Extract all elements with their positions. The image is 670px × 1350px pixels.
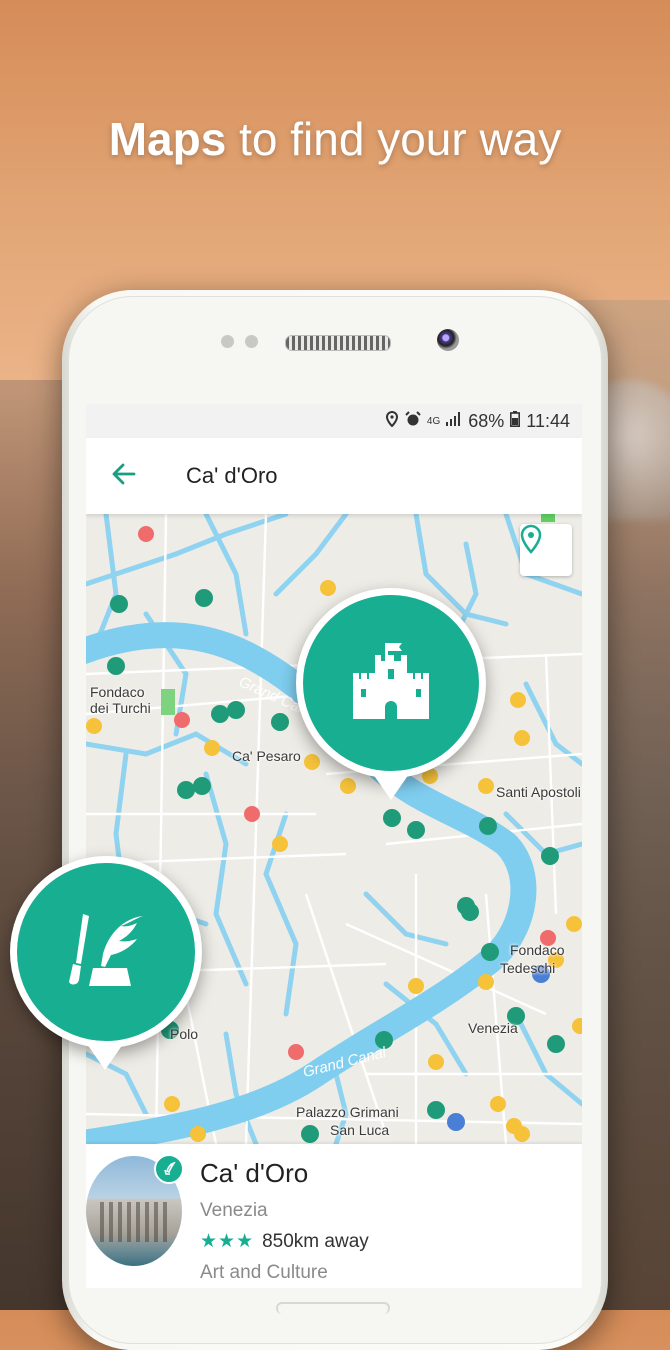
art-pin-circle xyxy=(10,856,202,1048)
place-city: Venezia xyxy=(200,1200,268,1221)
art-culture-badge-icon xyxy=(154,1154,184,1184)
signal-icon xyxy=(446,412,462,430)
map-label: San Luca xyxy=(330,1122,390,1138)
quill-brush-icon xyxy=(63,910,149,995)
map-label: Fondaco xyxy=(510,942,565,958)
place-card[interactable]: Ca' d'Oro Venezia ★★★ 850km away Art and … xyxy=(86,1144,582,1288)
location-icon xyxy=(385,410,399,431)
status-bar: 4G 68% 11:44 xyxy=(86,404,582,438)
map-label: Palazzo Grimani xyxy=(296,1104,399,1120)
map-label: Fondaco xyxy=(90,684,145,700)
home-button[interactable] xyxy=(276,1302,390,1314)
headline-bold: Maps xyxy=(108,113,227,165)
phone-screen: 4G 68% 11:44 Ca' d'Oro Fondaco dei Turch… xyxy=(86,404,582,1288)
map-label: Ca' Pesaro xyxy=(232,748,301,764)
sensor-dot xyxy=(245,335,258,348)
speaker-grille xyxy=(285,335,391,351)
place-rating: ★★★ 850km away xyxy=(200,1230,369,1253)
castle-pin-circle xyxy=(296,588,486,778)
map-label: Tedeschi xyxy=(500,960,556,976)
back-arrow-icon[interactable] xyxy=(86,461,162,492)
headline: Maps to find your way xyxy=(0,112,670,166)
place-distance: 850km away xyxy=(262,1231,369,1252)
battery-percent: 68% xyxy=(468,410,505,431)
clock: 11:44 xyxy=(526,410,570,431)
sensor-dot xyxy=(221,335,234,348)
map-label: Venezia xyxy=(468,1020,518,1036)
star-rating: ★★★ xyxy=(200,1231,255,1252)
castle-icon xyxy=(351,639,431,728)
battery-icon xyxy=(510,411,521,431)
art-pin[interactable] xyxy=(10,856,202,1096)
app-bar: Ca' d'Oro xyxy=(86,438,582,514)
place-title: Ca' d'Oro xyxy=(200,1158,309,1188)
castle-pin[interactable] xyxy=(296,588,486,828)
place-category: Art and Culture xyxy=(200,1262,328,1283)
alarm-icon xyxy=(405,411,421,431)
page-title: Ca' d'Oro xyxy=(186,463,278,488)
headline-rest: to find your way xyxy=(226,113,562,165)
map-label: Santi Apostoli xyxy=(496,784,581,800)
locate-button[interactable] xyxy=(520,524,572,576)
map-label: dei Turchi xyxy=(90,700,151,716)
network-type: 4G xyxy=(426,415,441,427)
front-camera xyxy=(437,329,459,351)
